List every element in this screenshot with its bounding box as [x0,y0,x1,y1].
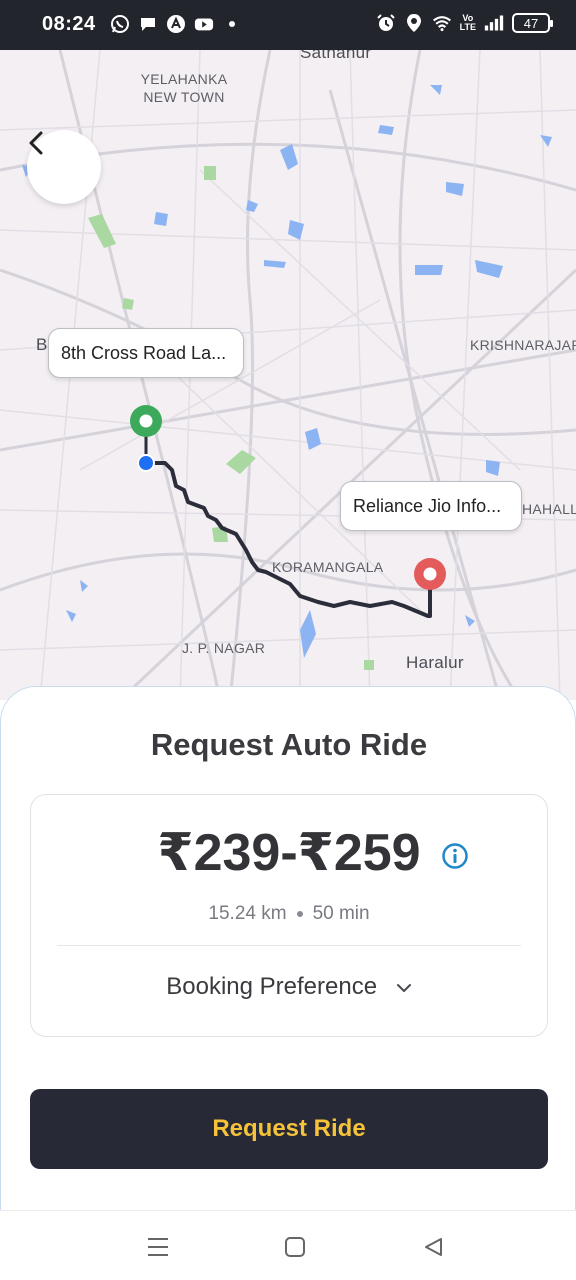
home-icon [285,1237,305,1257]
chat-icon [138,14,158,34]
location-icon [404,13,424,33]
trip-distance: 15.24 km [208,903,287,924]
map-label-b: B [36,335,48,354]
wifi-icon [432,13,452,33]
volte-icon: Vo LTE [459,13,476,32]
ride-request-sheet: Request Auto Ride ₹239-₹259 15.24 km 50 m… [0,686,576,1210]
map-view[interactable]: Sathanur YELAHANKA NEW TOWN KRISHNARAJAP… [0,50,576,700]
alarm-icon [376,13,396,33]
status-time: 08:24 [42,13,96,35]
pickup-location-callout[interactable]: 8th Cross Road La... [48,328,244,378]
youtube-icon [194,14,214,34]
drop-location-callout[interactable]: Reliance Jio Info... [340,481,522,531]
request-ride-label: Request Ride [212,1115,366,1142]
battery-level: 47 [523,15,539,31]
map-label-hahall: HAHALL [522,501,576,517]
map-label-jp-nagar: J. P. NAGAR [182,640,266,656]
battery-icon: 47 [512,13,553,33]
nav-back-button[interactable] [419,1233,447,1261]
app-icon [166,14,186,34]
more-notifications-dot [222,14,242,34]
map-label-sathanur: Sathanur [300,50,372,62]
trip-duration: 50 min [312,903,370,924]
whatsapp-icon [110,14,130,34]
pickup-location-label: 8th Cross Road La... [61,342,227,363]
sheet-title: Request Auto Ride [150,727,428,762]
separator-dot [296,910,303,917]
system-icons: Vo LTE 47 [376,13,553,33]
menu-button[interactable] [144,1233,172,1261]
divider [57,945,521,946]
map-label-koramangala: KORAMANGALA [272,559,384,575]
back-button[interactable] [27,130,101,204]
notification-icons [110,14,242,34]
menu-icon [148,1238,168,1256]
system-navigation-bar [0,1210,576,1280]
chevron-down-icon [396,983,411,992]
status-bar: 08:24 Vo LTE 47 [0,0,576,50]
request-ride-button[interactable]: Request Ride [30,1089,548,1169]
drop-pin [414,558,446,616]
drop-location-label: Reliance Jio Info... [353,495,502,516]
trip-meta: 15.24 km 50 min [31,903,547,925]
booking-preference-label: Booking Preference [166,973,378,1000]
map-label-krishnarajapuram: KRISHNARAJAP [470,337,576,353]
info-icon[interactable] [441,842,469,870]
signal-icon [484,13,504,33]
back-triangle-icon [425,1238,442,1256]
fare-range: ₹239-₹259 [157,824,421,882]
map-label-haralur: Haralur [406,653,464,672]
booking-preference-dropdown[interactable]: Booking Preference [31,973,547,1001]
fare-card: ₹239-₹259 15.24 km 50 min Booking Prefere… [30,794,548,1037]
home-button[interactable] [281,1233,309,1261]
chevron-left-icon [29,131,43,155]
map-label-yelahanka: YELAHANKA NEW TOWN [140,71,228,105]
